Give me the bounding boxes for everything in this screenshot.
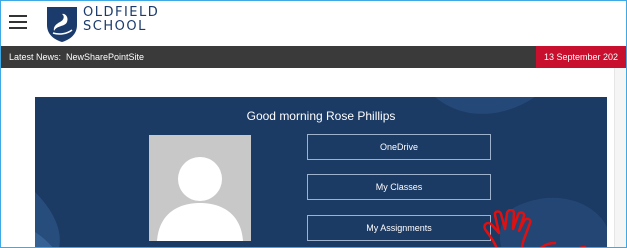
- greeting-text: Good morning Rose Phillips: [246, 109, 396, 123]
- news-link[interactable]: NewSharePointSite: [66, 46, 144, 68]
- my-classes-button[interactable]: My Classes: [307, 174, 491, 200]
- hamburger-icon[interactable]: [9, 14, 27, 30]
- school-name-line1: OLDFIELD: [83, 5, 160, 20]
- app-frame: OLDFIELD SCHOOL Latest News: NewSharePoi…: [0, 0, 627, 248]
- user-silhouette-icon: [157, 157, 243, 241]
- site-header: OLDFIELD SCHOOL: [1, 1, 626, 45]
- pointing-hand-icon: [483, 209, 587, 247]
- news-bar: Latest News: NewSharePointSite 13 Septem…: [1, 46, 626, 68]
- main-content: Good morning Rose Phillips OneDrive My C…: [1, 68, 626, 247]
- school-name-line2: SCHOOL: [83, 19, 147, 34]
- news-label: Latest News:: [9, 52, 62, 62]
- avatar: [149, 135, 251, 241]
- swan-crest-icon[interactable]: [45, 5, 79, 43]
- onedrive-button[interactable]: OneDrive: [307, 134, 491, 160]
- welcome-banner: Good morning Rose Phillips OneDrive My C…: [35, 97, 607, 247]
- my-assignments-button[interactable]: My Assignments: [307, 215, 491, 241]
- school-name[interactable]: OLDFIELD SCHOOL: [83, 6, 159, 34]
- scrollbar[interactable]: [614, 68, 626, 247]
- date-badge: 13 September 202: [536, 46, 626, 68]
